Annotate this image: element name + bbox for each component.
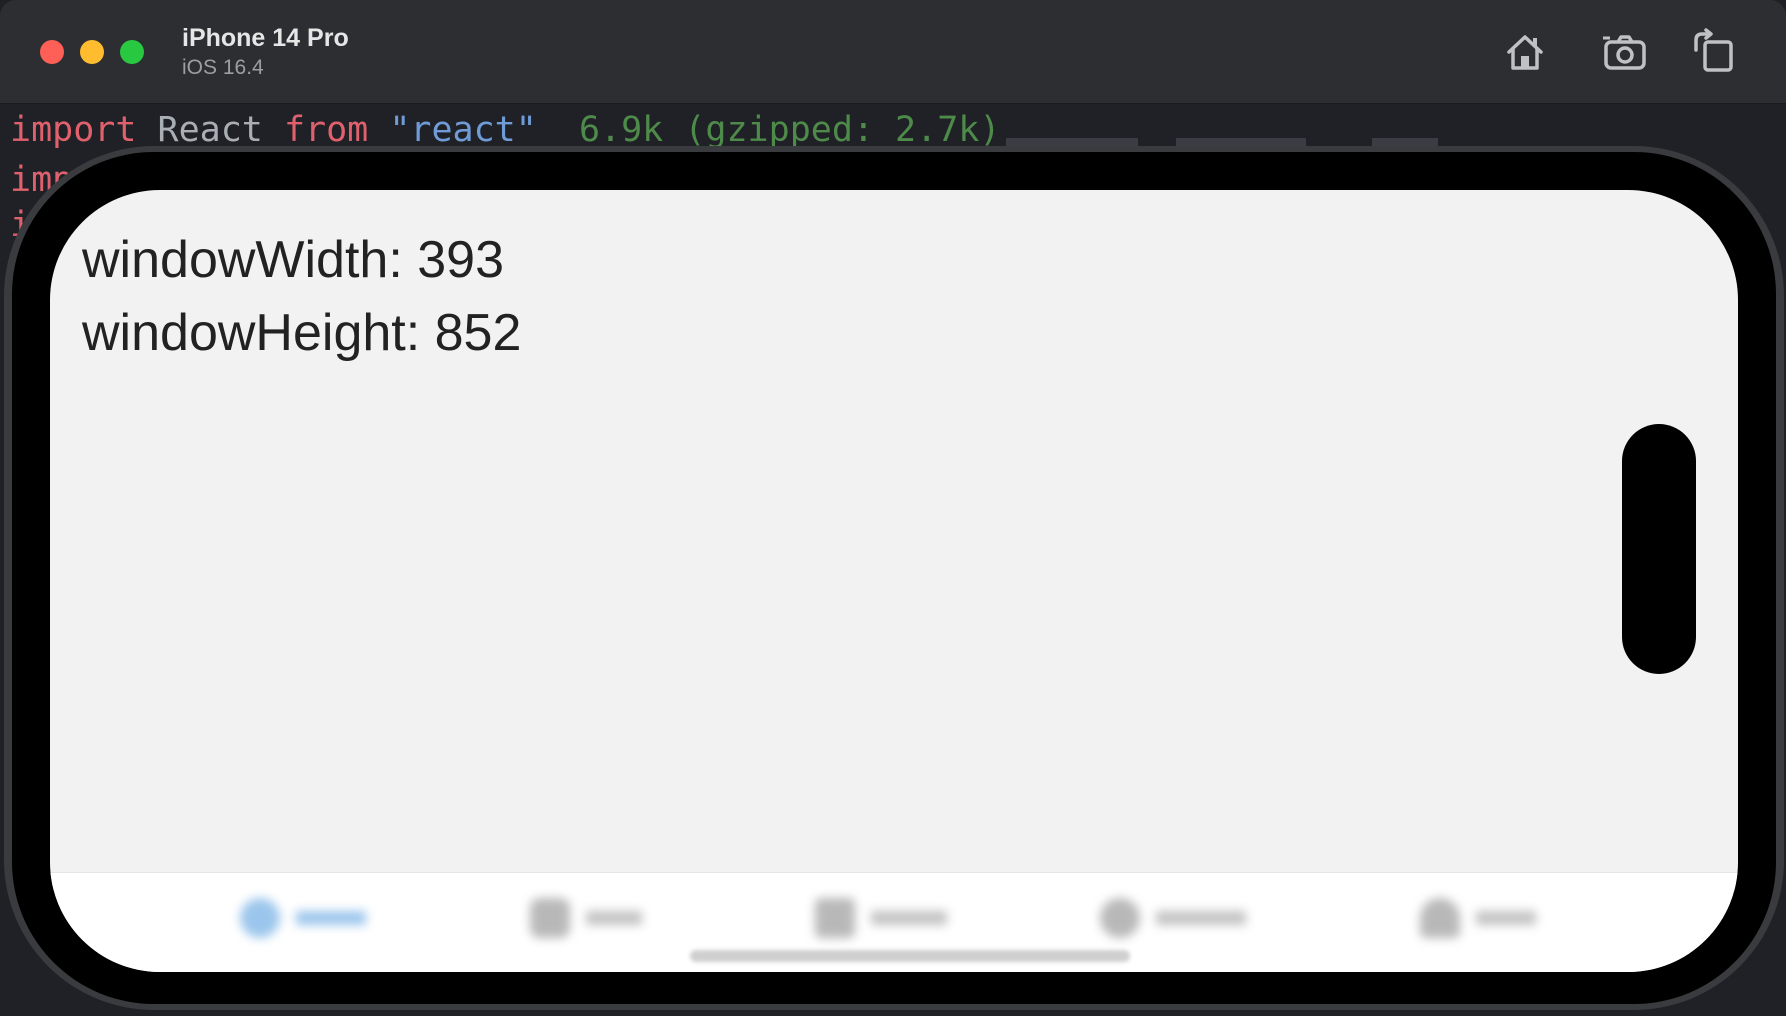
phone-frame: windowWidth: 393 windowHeight: 852 [4,146,1784,1010]
editor-underline [1372,138,1438,146]
home-icon [1507,35,1543,70]
tab-2[interactable] [530,893,642,943]
window-height-readout: windowHeight: 852 [82,304,522,362]
tab-label [871,911,947,925]
tab-icon [530,898,570,938]
rotate-button[interactable] [1690,28,1738,76]
tab-3[interactable] [815,893,947,943]
home-button[interactable] [1501,28,1549,76]
tab-5[interactable] [1420,893,1536,943]
code-line-import-react: import React from "react" 6.9k (gzipped:… [10,110,1001,150]
tab-label [586,911,642,925]
window-width-readout: windowWidth: 393 [82,231,504,289]
screenshot-button[interactable] [1601,28,1649,76]
os-version: iOS 16.4 [182,56,264,79]
editor-underline [1006,138,1138,146]
tab-icon [815,898,855,938]
phone-bezel: windowWidth: 393 windowHeight: 852 [12,152,1776,1004]
maximize-window-button[interactable] [120,40,144,64]
bottom-tab-bar [50,872,1738,972]
dynamic-island [1622,424,1696,674]
tab-label [1156,911,1246,925]
close-window-button[interactable] [40,40,64,64]
tab-4[interactable] [1100,893,1246,943]
device-screen[interactable]: windowWidth: 393 windowHeight: 852 [50,190,1738,972]
device-name: iPhone 14 Pro [182,24,349,52]
tab-label [296,911,366,925]
tab-icon [1420,898,1460,938]
rotate-icon [1694,28,1733,72]
screenshot-icon [1603,35,1646,70]
tab-icon [240,898,280,938]
tab-1[interactable] [240,893,366,943]
editor-underline [1176,138,1306,146]
home-indicator[interactable] [690,950,1130,962]
simulator-title-bar: iPhone 14 Pro iOS 16.4 [0,0,1786,104]
minimize-window-button[interactable] [80,40,104,64]
tab-icon [1100,898,1140,938]
tab-label [1476,911,1536,925]
